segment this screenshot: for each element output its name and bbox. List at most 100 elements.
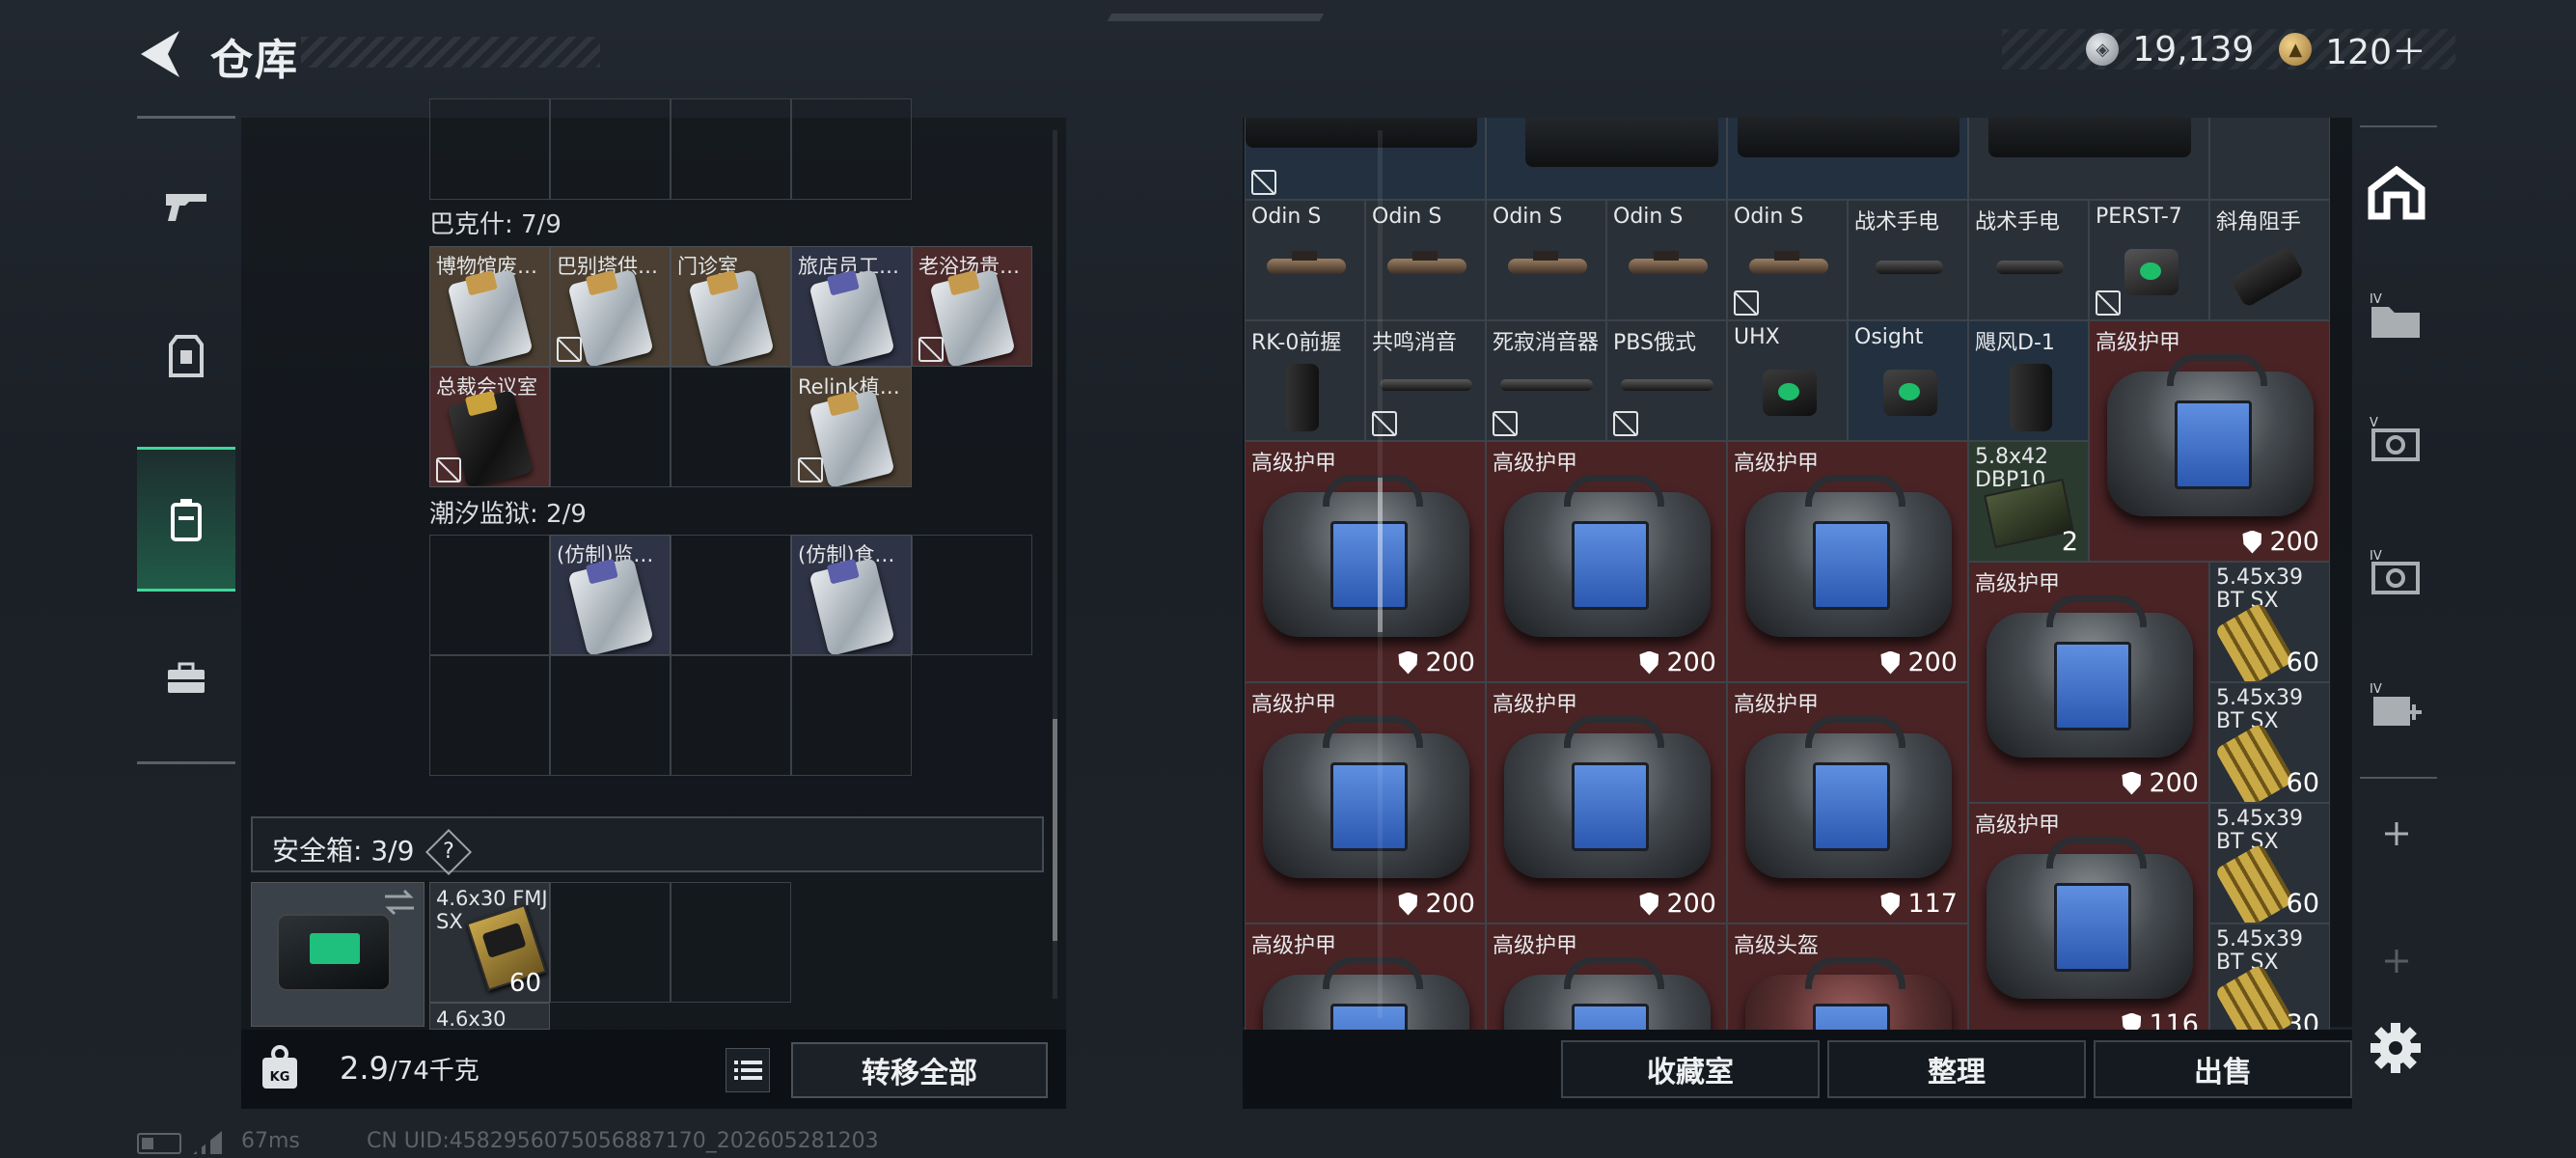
armor-item[interactable]: 高级护甲 200 <box>1245 441 1486 682</box>
safebox-label: 安全箱: 3/9 <box>272 835 415 867</box>
armor-tab-icon[interactable] <box>137 308 235 404</box>
attachment-item[interactable]: Odin S <box>1727 200 1848 320</box>
helmet-item[interactable]: 高级头盔 <box>1727 924 1968 1030</box>
ammo-item[interactable]: 5.45x39 BT SX 60 <box>2209 682 2330 803</box>
toolbox-tab-icon[interactable] <box>137 630 235 727</box>
key-item[interactable]: 旅店员工… <box>791 246 912 367</box>
svg-text:IV: IV <box>2370 682 2382 697</box>
no-transfer-icon <box>798 457 823 482</box>
attachment-item[interactable]: PBS俄式 <box>1606 320 1727 441</box>
attachment-item[interactable]: 战术手电 <box>1848 200 1968 320</box>
title-decoration <box>301 37 600 68</box>
attachment-item[interactable]: 飓风D-1 <box>1968 320 2089 441</box>
storage-home-icon[interactable] <box>2366 162 2427 224</box>
attachment-item[interactable]: Odin S <box>1606 200 1727 320</box>
uid-text: CN UID:4582956075056887170_202605281203 <box>367 1129 879 1153</box>
attachment-item[interactable]: 共鸣消音 <box>1365 320 1486 441</box>
armor-item[interactable]: 高级护甲 200 <box>2089 320 2330 562</box>
ammo-box-item[interactable]: 5.8x42 DBP10 2 <box>1968 441 2089 562</box>
attachment-item[interactable]: 斜角阻手 <box>2209 200 2330 320</box>
no-transfer-icon <box>557 337 582 362</box>
back-arrow-icon[interactable] <box>135 27 189 81</box>
sell-button[interactable]: 出售 <box>2094 1040 2352 1098</box>
ammo-item[interactable]: 5.45x39 BT SX 30 <box>2209 924 2330 1030</box>
attachment-item[interactable]: Odin S <box>1486 200 1606 320</box>
left-scrollbar[interactable] <box>1053 130 1057 999</box>
attachment-item[interactable]: PERST-7 <box>2089 200 2209 320</box>
settings-gear-icon[interactable] <box>2369 1021 2423 1075</box>
key-item[interactable]: 总裁会议室 <box>429 367 550 487</box>
storage-camera-icon[interactable]: V <box>2366 409 2427 471</box>
divider <box>2360 777 2437 779</box>
weapon-item[interactable] <box>1727 118 1968 200</box>
transfer-all-button[interactable]: 转移全部 <box>791 1042 1048 1098</box>
safebox-container[interactable] <box>251 882 425 1027</box>
no-transfer-icon <box>436 457 461 482</box>
svg-text:IV: IV <box>2370 292 2382 307</box>
weight-readout: 2.9/74千克 <box>340 1050 480 1087</box>
armor-item[interactable]: 高级护甲 200 <box>1727 441 1968 682</box>
silver-coin-icon: ◈ <box>2086 33 2120 66</box>
armor-item[interactable]: 高级护甲 117 <box>1727 682 1968 924</box>
divider <box>2360 125 2437 127</box>
svg-text:V: V <box>2370 416 2378 430</box>
swap-icon[interactable] <box>383 889 416 916</box>
weapon-item[interactable] <box>1486 118 1727 200</box>
list-view-button[interactable] <box>726 1048 770 1092</box>
ammo-item[interactable]: 4.6x30 FMJ SX 60 <box>429 882 550 1003</box>
safebox-header: 安全箱: 3/9 ? <box>251 816 1044 876</box>
key-item[interactable]: 门诊室 <box>671 246 791 367</box>
ammo-item-partial[interactable]: 4.6x30 <box>429 1003 550 1030</box>
ping-text: 67ms <box>241 1129 300 1153</box>
armor-item[interactable]: 高级护甲 200 <box>1486 682 1727 924</box>
durability-icon <box>2242 530 2262 554</box>
attachment-item[interactable]: 死寂消音器 <box>1486 320 1606 441</box>
weapon-item[interactable] <box>1968 118 2209 200</box>
attachment-item[interactable]: UHX <box>1727 320 1848 441</box>
battery-icon <box>137 1133 181 1154</box>
weapon-item[interactable] <box>2209 118 2330 200</box>
armor-item[interactable]: 高级护甲 <box>1245 924 1486 1030</box>
right-scrollbar[interactable] <box>1378 130 1383 1018</box>
armor-item[interactable]: 高级护甲 200 <box>1968 562 2209 803</box>
armor-item[interactable]: 高级护甲 200 <box>1245 682 1486 924</box>
add-storage-icon[interactable] <box>2366 803 2427 865</box>
weapon-tab-icon[interactable] <box>137 157 235 254</box>
storage-camera2-icon[interactable]: IV <box>2366 542 2427 604</box>
armor-item[interactable]: 高级护甲 200 <box>1486 441 1727 682</box>
storage-folder-icon[interactable]: IV <box>2366 286 2427 347</box>
help-icon[interactable]: ? <box>425 828 473 876</box>
key-item[interactable]: 巴别塔供… <box>550 246 671 367</box>
key-item[interactable]: 博物馆废… <box>429 246 550 367</box>
armor-item[interactable]: 高级护甲 116 <box>1968 803 2209 1030</box>
armor-item[interactable]: 高级护甲 <box>1486 924 1727 1030</box>
sort-button[interactable]: 整理 <box>1827 1040 2086 1098</box>
attachment-item[interactable]: 战术手电 <box>1968 200 2089 320</box>
key-item[interactable]: 老浴场贵… <box>912 246 1032 367</box>
key-item[interactable]: Relink植… <box>791 367 912 487</box>
collection-room-button[interactable]: 收藏室 <box>1561 1040 1820 1098</box>
key-item[interactable]: (仿制)监… <box>550 535 671 655</box>
page-title: 仓库 <box>210 36 299 85</box>
weapon-item[interactable] <box>1245 118 1486 200</box>
attachment-item[interactable]: Osight <box>1848 320 1968 441</box>
weight-icon: KG <box>262 1045 297 1089</box>
storage-grid: Odin S Odin S Odin S Odin S Odin S 战术手电 … <box>1245 118 2340 1030</box>
container-tab-icon[interactable] <box>137 447 235 592</box>
silver-amount: 19,139 <box>2132 29 2255 69</box>
key-item[interactable]: (仿制)食… <box>791 535 912 655</box>
category-sidebar <box>137 116 235 764</box>
attachment-item[interactable]: Odin S <box>1245 200 1365 320</box>
safebox-image <box>277 914 391 991</box>
svg-text:KG: KG <box>270 1070 290 1085</box>
gold-coin-icon[interactable]: ▲ <box>2279 33 2313 66</box>
attachment-item[interactable]: RK-0前握 <box>1245 320 1365 441</box>
ammo-item[interactable]: 5.45x39 BT SX 60 <box>2209 562 2330 682</box>
ammo-item[interactable]: 5.45x39 BT SX 60 <box>2209 803 2330 924</box>
svg-text:IV: IV <box>2370 549 2382 564</box>
attachment-item[interactable]: Odin S <box>1365 200 1486 320</box>
no-transfer-icon <box>918 337 944 362</box>
currency-bar: ◈ 19,139 ▲ 120＋ <box>2002 29 2455 72</box>
storage-add-icon[interactable]: IV <box>2366 676 2427 737</box>
gold-amount[interactable]: 120＋ <box>2325 24 2426 74</box>
